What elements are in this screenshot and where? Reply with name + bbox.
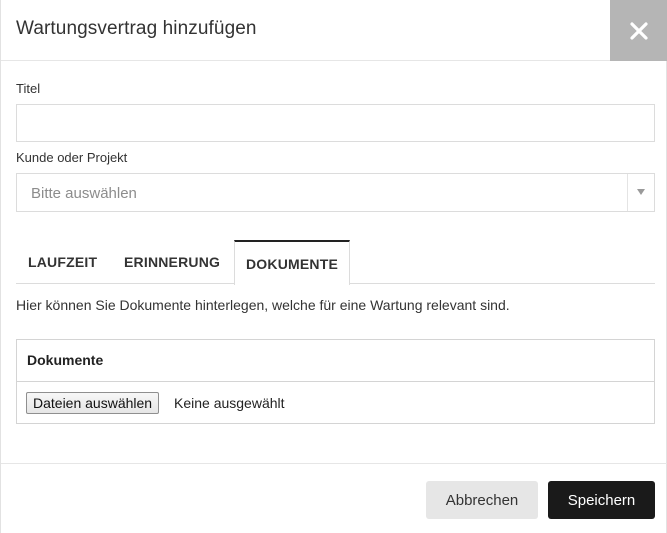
close-button[interactable]	[610, 0, 667, 61]
customer-label: Kunde oder Projekt	[16, 150, 128, 165]
choose-files-button[interactable]: Dateien auswählen	[26, 392, 160, 414]
close-icon	[630, 21, 648, 40]
add-maintenance-contract-dialog: Wartungsvertrag hinzufügen Titel Kunde o…	[0, 0, 667, 533]
cancel-button[interactable]: Abbrechen	[426, 481, 538, 519]
chevron-down-icon	[637, 189, 645, 195]
tab-dokumente[interactable]: DOKUMENTE	[234, 240, 351, 285]
title-input[interactable]	[16, 104, 655, 142]
tab-bar: LAUFZEIT ERINNERUNG DOKUMENTE	[16, 240, 655, 285]
title-label: Titel	[16, 81, 41, 96]
file-status-text: Keine ausgewählt	[174, 395, 285, 411]
save-button[interactable]: Speichern	[548, 481, 655, 519]
documents-panel-title: Dokumente	[27, 352, 104, 368]
select-divider	[627, 174, 628, 211]
customer-select-placeholder: Bitte auswählen	[31, 185, 137, 202]
dialog-header: Wartungsvertrag hinzufügen	[1, 0, 667, 61]
documents-panel: Dokumente Dateien auswählen Keine ausgew…	[16, 339, 655, 424]
footer-divider	[1, 463, 667, 464]
documents-panel-header: Dokumente	[17, 340, 654, 382]
dialog-title: Wartungsvertrag hinzufügen	[16, 18, 257, 39]
tab-erinnerung[interactable]: ERINNERUNG	[124, 240, 220, 284]
tab-laufzeit[interactable]: LAUFZEIT	[28, 240, 97, 284]
customer-select[interactable]: Bitte auswählen	[16, 173, 655, 212]
documents-info-text: Hier können Sie Dokumente hinterlegen, w…	[16, 297, 510, 313]
